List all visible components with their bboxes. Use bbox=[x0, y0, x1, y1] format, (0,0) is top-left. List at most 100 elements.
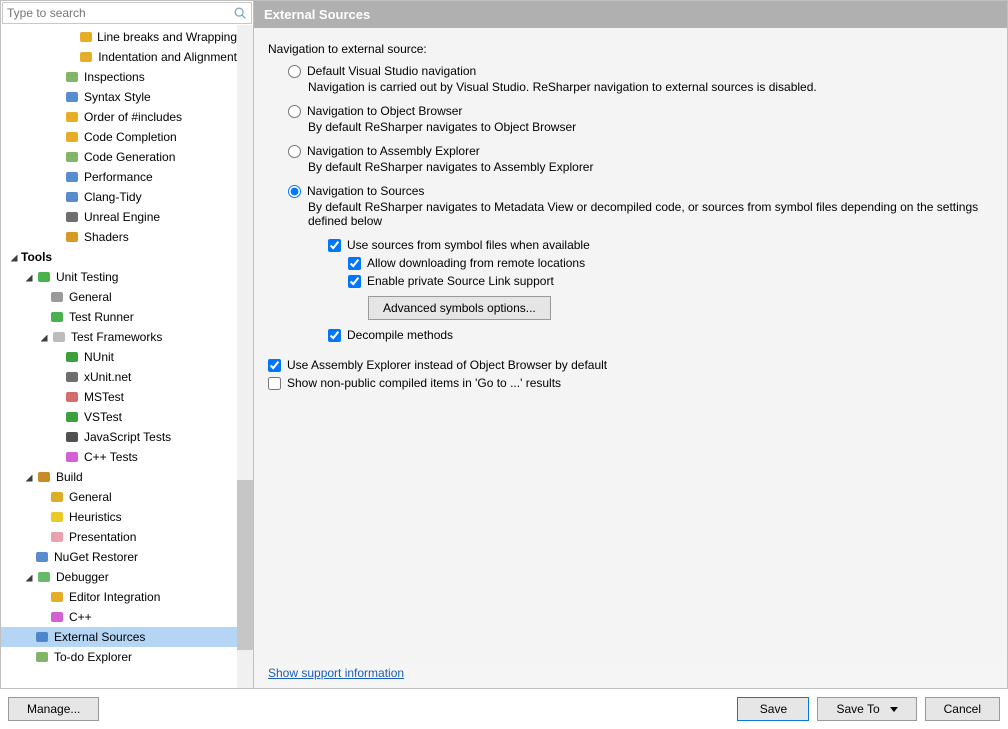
tree-item-build[interactable]: Build bbox=[1, 467, 253, 487]
expand-arrow-icon[interactable] bbox=[7, 251, 19, 263]
support-info-link[interactable]: Show support information bbox=[268, 666, 404, 680]
tree-item-label: Editor Integration bbox=[69, 590, 160, 604]
nav-radio-1[interactable] bbox=[288, 105, 301, 118]
expand-arrow-icon[interactable] bbox=[22, 471, 34, 483]
tree-item-tools[interactable]: Tools bbox=[1, 247, 253, 267]
tree-item-label: Performance bbox=[84, 170, 153, 184]
tree-item-label: Heuristics bbox=[69, 510, 122, 524]
tree-node-icon bbox=[49, 289, 65, 305]
tree-item-general[interactable]: General bbox=[1, 287, 253, 307]
nav-radio-3[interactable] bbox=[288, 185, 301, 198]
use-assembly-explorer-label[interactable]: Use Assembly Explorer instead of Object … bbox=[287, 358, 607, 372]
tree-item-general[interactable]: General bbox=[1, 487, 253, 507]
tree-item-code-completion[interactable]: Code Completion bbox=[1, 127, 253, 147]
tree-item-mstest[interactable]: MSTest bbox=[1, 387, 253, 407]
tree-node-icon bbox=[34, 649, 50, 665]
advanced-symbols-button[interactable]: Advanced symbols options... bbox=[368, 296, 551, 320]
tree-node-icon bbox=[49, 609, 65, 625]
tree-item-label: Clang-Tidy bbox=[84, 190, 142, 204]
tree-item-label: Inspections bbox=[84, 70, 145, 84]
tree-item-label: Test Runner bbox=[69, 310, 134, 324]
tree-item-editor-integration[interactable]: Editor Integration bbox=[1, 587, 253, 607]
tree-item-c-tests[interactable]: C++ Tests bbox=[1, 447, 253, 467]
tree-item-inspections[interactable]: Inspections bbox=[1, 67, 253, 87]
manage-button[interactable]: Manage... bbox=[8, 697, 99, 721]
nav-radio-2[interactable] bbox=[288, 145, 301, 158]
scrollbar-track[interactable] bbox=[237, 25, 253, 688]
tree-item-label: Unit Testing bbox=[56, 270, 118, 284]
tree-item-performance[interactable]: Performance bbox=[1, 167, 253, 187]
tree-node-icon bbox=[64, 389, 80, 405]
tree-item-unreal-engine[interactable]: Unreal Engine bbox=[1, 207, 253, 227]
tree-item-debugger[interactable]: Debugger bbox=[1, 567, 253, 587]
tree-item-clang-tidy[interactable]: Clang-Tidy bbox=[1, 187, 253, 207]
tree-item-xunit-net[interactable]: xUnit.net bbox=[1, 367, 253, 387]
tree-item-nunit[interactable]: NUnit bbox=[1, 347, 253, 367]
tree-node-icon bbox=[64, 69, 80, 85]
tree-node-icon bbox=[51, 329, 67, 345]
expand-arrow-icon[interactable] bbox=[22, 571, 34, 583]
search-icon[interactable] bbox=[231, 4, 249, 22]
private-sourcelink-checkbox-label[interactable]: Enable private Source Link support bbox=[367, 274, 554, 288]
nav-radio-label-3[interactable]: Navigation to Sources bbox=[307, 184, 424, 198]
show-nonpublic-checkbox[interactable] bbox=[268, 377, 281, 390]
tree-item-nuget-restorer[interactable]: NuGet Restorer bbox=[1, 547, 253, 567]
content-panel: External Sources Navigation to external … bbox=[254, 1, 1007, 688]
decompile-methods-checkbox-label[interactable]: Decompile methods bbox=[347, 328, 453, 342]
save-button[interactable]: Save bbox=[737, 697, 809, 721]
tree-item-test-runner[interactable]: Test Runner bbox=[1, 307, 253, 327]
search-input[interactable] bbox=[3, 6, 231, 20]
allow-download-checkbox-label[interactable]: Allow downloading from remote locations bbox=[367, 256, 585, 270]
tree-item-label: Presentation bbox=[69, 530, 136, 544]
tree-item-presentation[interactable]: Presentation bbox=[1, 527, 253, 547]
tree-item-label: Line breaks and Wrapping bbox=[97, 30, 237, 44]
nav-radio-desc-1: By default ReSharper navigates to Object… bbox=[308, 120, 993, 134]
tree-node-icon bbox=[49, 489, 65, 505]
tree-item-to-do-explorer[interactable]: To-do Explorer bbox=[1, 647, 253, 667]
search-box[interactable] bbox=[2, 2, 252, 24]
tree-node-icon bbox=[64, 149, 80, 165]
tree-item-label: Test Frameworks bbox=[71, 330, 162, 344]
tree-item-shaders[interactable]: Shaders bbox=[1, 227, 253, 247]
private-sourcelink-checkbox[interactable] bbox=[348, 275, 361, 288]
tree-item-label: NUnit bbox=[84, 350, 114, 364]
nav-radio-0[interactable] bbox=[288, 65, 301, 78]
tree-node-icon bbox=[64, 449, 80, 465]
nav-radio-label-2[interactable]: Navigation to Assembly Explorer bbox=[307, 144, 480, 158]
tree-item-javascript-tests[interactable]: JavaScript Tests bbox=[1, 427, 253, 447]
scrollbar-thumb[interactable] bbox=[237, 480, 253, 650]
tree-item-indentation-and-alignment[interactable]: Indentation and Alignment bbox=[1, 47, 253, 67]
decompile-methods-checkbox[interactable] bbox=[328, 329, 341, 342]
allow-download-checkbox[interactable] bbox=[348, 257, 361, 270]
tree-item-syntax-style[interactable]: Syntax Style bbox=[1, 87, 253, 107]
tree-item-label: Indentation and Alignment bbox=[98, 50, 237, 64]
tree-item-label: VSTest bbox=[84, 410, 122, 424]
tree-item-external-sources[interactable]: External Sources bbox=[1, 627, 253, 647]
tree-item-unit-testing[interactable]: Unit Testing bbox=[1, 267, 253, 287]
tree-item-line-breaks-and-wrapping[interactable]: Line breaks and Wrapping bbox=[1, 27, 253, 47]
tree-item-test-frameworks[interactable]: Test Frameworks bbox=[1, 327, 253, 347]
tree-node-icon bbox=[49, 309, 65, 325]
tree-node-icon bbox=[49, 509, 65, 525]
use-assembly-explorer-checkbox[interactable] bbox=[268, 359, 281, 372]
tree-item-heuristics[interactable]: Heuristics bbox=[1, 507, 253, 527]
tree-item-label: C++ Tests bbox=[84, 450, 138, 464]
nav-radio-label-1[interactable]: Navigation to Object Browser bbox=[307, 104, 462, 118]
use-sources-checkbox[interactable] bbox=[328, 239, 341, 252]
tree-item-c-[interactable]: C++ bbox=[1, 607, 253, 627]
tree-item-vstest[interactable]: VSTest bbox=[1, 407, 253, 427]
tree-item-code-generation[interactable]: Code Generation bbox=[1, 147, 253, 167]
save-to-button[interactable]: Save To bbox=[817, 697, 916, 721]
expand-arrow-icon[interactable] bbox=[37, 331, 49, 343]
tree-item-order-of-includes[interactable]: Order of #includes bbox=[1, 107, 253, 127]
expand-arrow-icon[interactable] bbox=[22, 271, 34, 283]
show-nonpublic-label[interactable]: Show non-public compiled items in 'Go to… bbox=[287, 376, 561, 390]
footer: Manage... Save Save To Cancel bbox=[0, 689, 1008, 729]
tree-node-icon bbox=[64, 189, 80, 205]
use-sources-checkbox-label[interactable]: Use sources from symbol files when avail… bbox=[347, 238, 590, 252]
tree-item-label: Order of #includes bbox=[84, 110, 182, 124]
tree-item-label: MSTest bbox=[84, 390, 124, 404]
cancel-button[interactable]: Cancel bbox=[925, 697, 1000, 721]
nav-radio-desc-0: Navigation is carried out by Visual Stud… bbox=[308, 80, 993, 94]
nav-radio-label-0[interactable]: Default Visual Studio navigation bbox=[307, 64, 476, 78]
